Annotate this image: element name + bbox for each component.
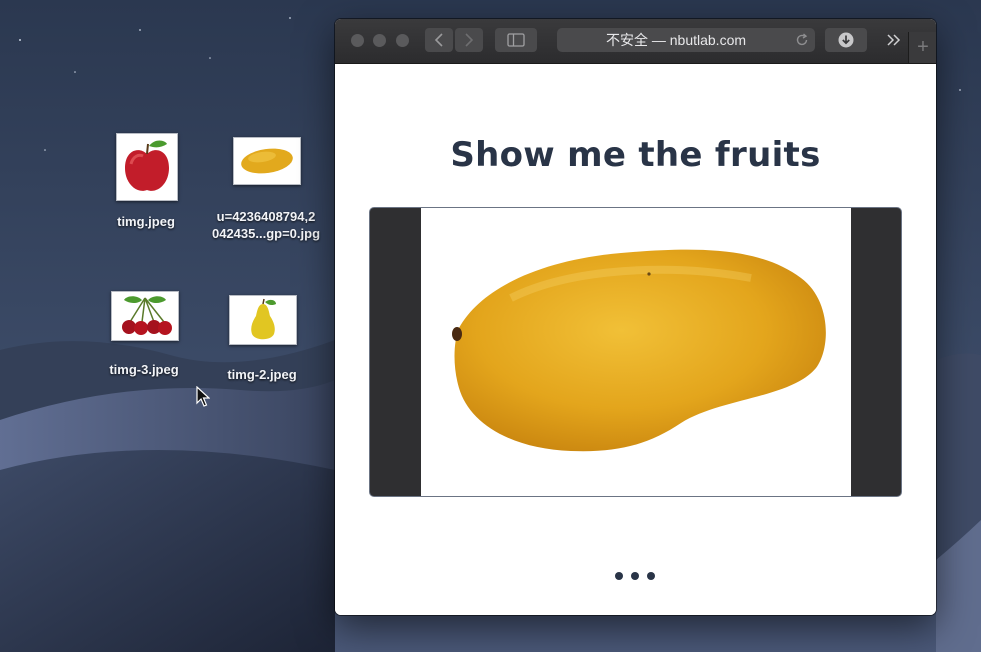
- zoom-window-button[interactable]: [396, 34, 409, 47]
- sidebar-toggle-button[interactable]: [495, 28, 537, 52]
- double-chevron-right-icon[interactable]: [886, 34, 902, 46]
- more-dots-icon[interactable]: [615, 569, 655, 583]
- browser-toolbar: 不安全 — nbutlab.com +: [335, 19, 936, 64]
- dot: [631, 572, 639, 580]
- dot: [647, 572, 655, 580]
- dot: [615, 572, 623, 580]
- file-name-line-2: 042435...gp=0.jpg: [211, 226, 321, 241]
- fruit-image-mango: [421, 208, 851, 496]
- file-name: timg-3.jpeg: [109, 362, 179, 377]
- chevron-right-icon: [465, 33, 474, 47]
- mango-thumbnail: [233, 137, 301, 185]
- browser-window: 不安全 — nbutlab.com + Show me the fruits: [335, 19, 936, 615]
- address-text: 不安全 — nbutlab.com: [605, 32, 747, 48]
- close-window-button[interactable]: [351, 34, 364, 47]
- apple-thumbnail: [116, 133, 178, 201]
- file-name-line-1: u=4236408794,2: [216, 209, 316, 224]
- image-viewer: [369, 207, 902, 497]
- web-page-content: Show me the fruits: [335, 64, 936, 615]
- sidebar-icon: [507, 33, 525, 47]
- new-tab-button[interactable]: +: [908, 32, 936, 63]
- address-bar[interactable]: 不安全 — nbutlab.com: [557, 28, 815, 52]
- reload-icon[interactable]: [795, 33, 809, 47]
- page-title: Show me the fruits: [450, 135, 821, 175]
- pear-thumbnail: [229, 295, 297, 345]
- file-name: timg.jpeg: [117, 214, 175, 229]
- download-icon: [838, 32, 854, 48]
- back-button[interactable]: [425, 28, 453, 52]
- chevron-left-icon: [434, 33, 443, 47]
- mouse-cursor-icon: [196, 386, 210, 407]
- file-name: timg-2.jpeg: [227, 367, 297, 382]
- downloads-button[interactable]: [825, 28, 867, 52]
- minimize-window-button[interactable]: [373, 34, 386, 47]
- cherries-thumbnail: [111, 291, 179, 341]
- file-name: u=4236408794,2 042435...gp=0.jpg: [200, 208, 332, 242]
- forward-button[interactable]: [455, 28, 483, 52]
